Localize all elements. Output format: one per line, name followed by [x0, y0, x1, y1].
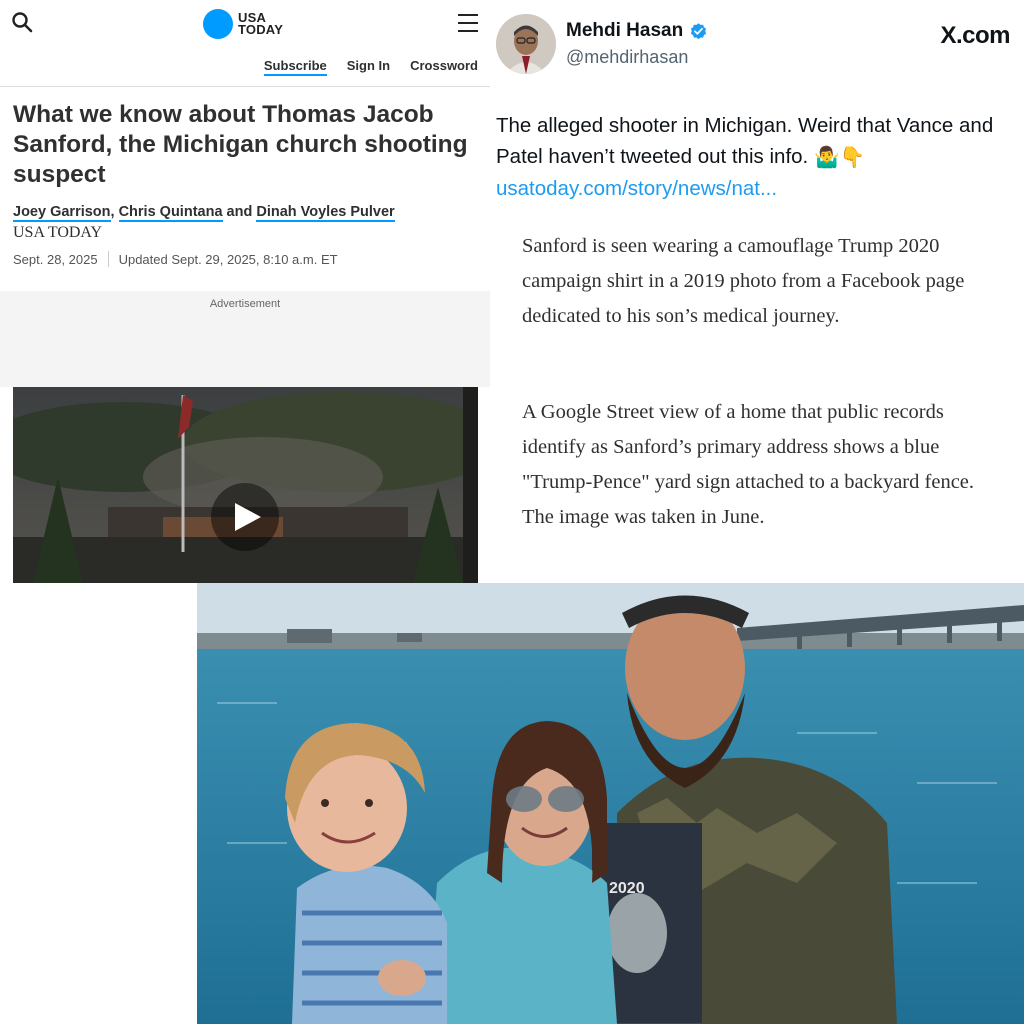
x-com-label: X.com: [940, 22, 1010, 49]
author-conjunction: and: [226, 204, 253, 220]
article-excerpt-paragraph: A Google Street view of a home that publ…: [522, 401, 975, 528]
subscribe-link[interactable]: Subscribe: [263, 58, 327, 76]
header-nav: Subscribe Sign In Crossword: [263, 58, 478, 76]
menu-icon[interactable]: [456, 12, 480, 34]
tweet-panel: Mehdi Hasan @mehdirhasan X.com The alleg…: [490, 0, 1024, 583]
verified-badge-icon: [691, 22, 707, 39]
sign-in-link[interactable]: Sign In: [347, 58, 390, 76]
video-player[interactable]: [13, 387, 478, 583]
date-divider: [107, 251, 109, 267]
header-divider: [0, 86, 490, 87]
article-link[interactable]: usatoday.com/story/news/nat...: [496, 177, 777, 200]
author-link[interactable]: Joey Garrison: [13, 204, 111, 222]
byline: Joey Garrison, Chris Quintana and Dinah …: [13, 204, 395, 222]
tweet-body: The alleged shooter in Michigan. Weird t…: [496, 110, 1016, 204]
user-handle[interactable]: @mehdirhasan: [566, 47, 688, 68]
article-excerpt-paragraph: Sanford is seen wearing a camouflage Tru…: [522, 235, 965, 327]
family-photo: 2020: [197, 583, 1024, 1024]
article-headline: What we know about Thomas Jacob Sanford,…: [13, 101, 468, 188]
avatar-image: [496, 14, 556, 74]
search-icon[interactable]: [10, 10, 34, 34]
author-link[interactable]: Chris Quintana: [118, 204, 223, 222]
tweet-author[interactable]: Mehdi Hasan: [566, 20, 708, 42]
usatoday-article-panel: USA TODAY Subscribe Sign In Crossword Wh…: [0, 0, 490, 583]
video-thumbnail: [13, 387, 478, 583]
logo-line-2: TODAY: [238, 22, 284, 37]
author-separator: ,: [110, 204, 115, 220]
author-link[interactable]: Dinah Voyles Pulver: [256, 204, 395, 222]
publication-source: USA TODAY: [13, 224, 103, 241]
usatoday-logo-dot: [203, 9, 233, 39]
published-date: Sept. 28, 2025: [13, 251, 98, 267]
usatoday-logo[interactable]: USA TODAY: [203, 9, 283, 39]
tweet-emoji: 🤷‍♂️👇: [813, 146, 866, 170]
crossword-link[interactable]: Crossword: [410, 58, 478, 76]
advertisement-label: Advertisement: [209, 298, 281, 310]
updated-date: Updated Sept. 29, 2025, 8:10 a.m. ET: [118, 251, 338, 267]
advertisement-slot: Advertisement: [0, 291, 490, 387]
family-photo-image: 2020: [197, 583, 1024, 1024]
article-dates: Sept. 28, 2025 Updated Sept. 29, 2025, 8…: [13, 251, 338, 267]
avatar[interactable]: [496, 14, 556, 74]
tweet-text: The alleged shooter in Michigan. Weird t…: [496, 114, 994, 168]
display-name: Mehdi Hasan: [566, 20, 684, 41]
